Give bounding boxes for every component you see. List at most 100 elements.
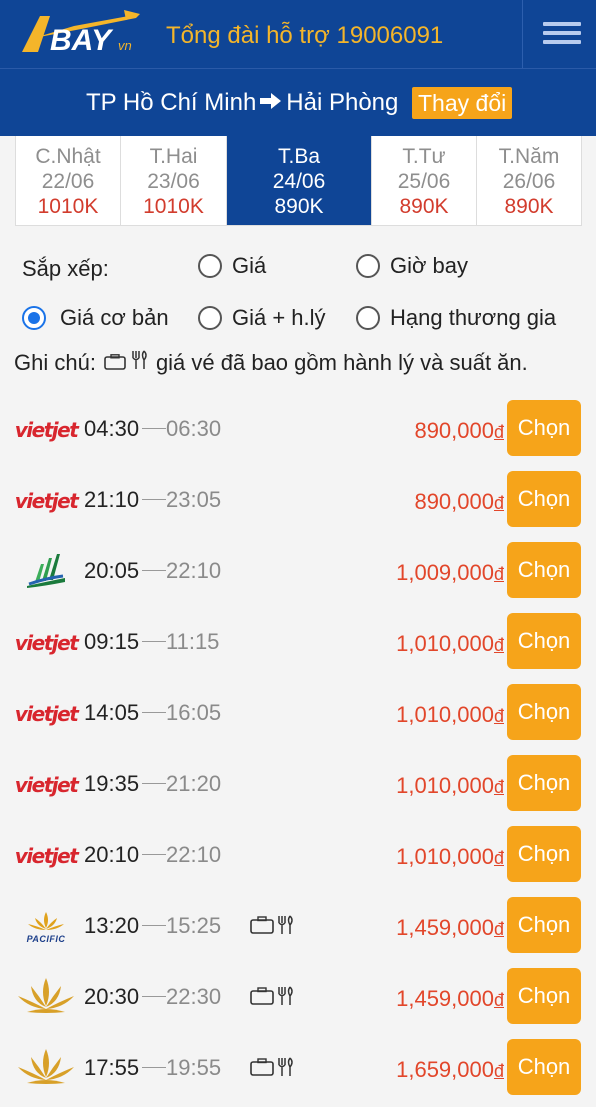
airline-logo: vietjet	[14, 686, 79, 742]
time-separator	[142, 925, 166, 926]
flight-row[interactable]: vietjet 04:30 06:30 890,000đ Chọn	[0, 400, 596, 462]
flight-row[interactable]: 20:30 22:30 1,459,000đ Chọn	[0, 968, 596, 1030]
radio-circle[interactable]	[356, 254, 380, 278]
vietjet-logo: vietjet	[14, 773, 79, 797]
date-tab-date: 26/06	[502, 170, 556, 193]
abay-logo[interactable]: BAY vn	[14, 8, 144, 60]
choose-flight-button[interactable]: Chọn	[507, 968, 581, 1024]
luggage-icon	[102, 350, 128, 376]
flight-price: 1,009,000đ	[396, 560, 504, 585]
luggage-icon	[250, 916, 274, 939]
flight-row[interactable]: vietjet 20:10 22:10 1,010,000đ Chọn	[0, 826, 596, 888]
change-route-button[interactable]: Thay đổi	[412, 87, 513, 119]
depart-time: 20:10	[84, 842, 140, 867]
route-origin: TP Hồ Chí Minh	[86, 89, 257, 116]
arrive-time: 23:05	[166, 487, 222, 512]
depart-time: 17:55	[84, 1055, 140, 1080]
radio-circle-checked[interactable]	[22, 306, 46, 330]
flight-price: 1,010,000đ	[396, 773, 504, 798]
depart-time: 14:05	[84, 700, 140, 725]
filter-option-price-baggage[interactable]: Giá + h.lý	[198, 305, 326, 331]
sort-option-time[interactable]: Giờ bay	[356, 253, 468, 279]
date-tab[interactable]: T.Tư 25/06 890K	[372, 136, 477, 225]
pacific-airlines-logo: PACIFIC	[25, 910, 67, 944]
depart-time: 20:05	[84, 558, 140, 583]
flight-row[interactable]: PACIFIC 13:20 15:25 1,459,000đ Chọn	[0, 897, 596, 959]
arrive-time: 11:15	[166, 629, 220, 654]
menu-button[interactable]	[522, 0, 596, 68]
time-separator	[142, 783, 166, 784]
date-tab-day: C.Nhật	[35, 145, 101, 168]
date-tab-price: 890K	[399, 195, 449, 218]
sort-label: Sắp xếp:	[22, 256, 109, 281]
date-tab-day: T.Hai	[149, 145, 198, 168]
note-text: giá vé đã bao gồm hành lý và suất ăn.	[155, 350, 528, 375]
choose-flight-button[interactable]: Chọn	[507, 826, 581, 882]
arrow-right-icon	[260, 89, 282, 117]
vietjet-logo: vietjet	[14, 844, 79, 868]
date-tabs: C.Nhật 22/06 1010K T.Hai 23/06 1010K T.Ba 24/06…	[15, 136, 582, 226]
flight-row[interactable]: 20:05 22:10 1,009,000đ Chọn	[0, 542, 596, 604]
depart-time: 19:35	[84, 771, 140, 796]
hamburger-icon	[543, 22, 581, 26]
bamboo-airways-logo	[25, 552, 67, 593]
radio-circle[interactable]	[198, 306, 222, 330]
luggage-icon	[250, 987, 274, 1010]
flight-price: 890,000đ	[414, 489, 504, 514]
choose-flight-button[interactable]: Chọn	[507, 471, 581, 527]
choose-flight-button[interactable]: Chọn	[507, 684, 581, 740]
choose-flight-button[interactable]: Chọn	[507, 542, 581, 598]
arrive-time: 15:25	[166, 913, 222, 938]
date-tab-date: 25/06	[397, 170, 451, 193]
date-tab-price: 890K	[274, 195, 324, 218]
arrive-time: 22:30	[166, 984, 222, 1009]
radio-circle[interactable]	[356, 306, 380, 330]
meal-icon	[276, 915, 296, 940]
airline-logo: vietjet	[14, 402, 79, 458]
flight-price: 1,459,000đ	[396, 986, 504, 1011]
choose-flight-button[interactable]: Chọn	[507, 613, 581, 669]
vietjet-logo: vietjet	[14, 631, 79, 655]
sort-option-price[interactable]: Giá	[198, 253, 266, 279]
hotline-text[interactable]: Tổng đài hỗ trợ 19006091	[166, 22, 443, 50]
date-tab-price: 1010K	[143, 195, 204, 218]
date-tab[interactable]: T.Hai 23/06 1010K	[121, 136, 227, 225]
choose-flight-button[interactable]: Chọn	[507, 1039, 581, 1095]
choose-flight-button[interactable]: Chọn	[507, 897, 581, 953]
date-tab[interactable]: T.Năm 26/06 890K	[477, 136, 581, 225]
date-tab-day: T.Tư	[402, 145, 446, 168]
choose-flight-button[interactable]: Chọn	[507, 755, 581, 811]
flight-row[interactable]: vietjet 19:35 21:20 1,010,000đ Chọn	[0, 755, 596, 817]
date-tab[interactable]: C.Nhật 22/06 1010K	[16, 136, 121, 225]
flight-row[interactable]: vietjet 14:05 16:05 1,010,000đ Chọn	[0, 684, 596, 746]
date-tab-date: 24/06	[272, 170, 326, 193]
airline-logo: PACIFIC	[14, 899, 78, 955]
date-tab-price: 890K	[504, 195, 554, 218]
date-tab-date: 22/06	[41, 170, 95, 193]
luggage-icon	[250, 1058, 274, 1081]
date-tab[interactable]: T.Ba 24/06 890K	[227, 136, 372, 225]
depart-time: 13:20	[84, 913, 140, 938]
depart-time: 21:10	[84, 487, 140, 512]
flight-row[interactable]: 17:55 19:55 1,659,000đ Chọn	[0, 1039, 596, 1101]
airline-logo	[14, 1041, 78, 1097]
flight-price: 890,000đ	[414, 418, 504, 443]
arrive-time: 16:05	[166, 700, 222, 725]
route-destination: Hải Phòng	[286, 89, 399, 116]
filter-option-base-price[interactable]: Giá cơ bản	[22, 305, 169, 331]
date-tab-day: T.Năm	[498, 145, 560, 168]
vietjet-logo: vietjet	[14, 489, 79, 513]
time-separator	[142, 641, 166, 642]
flight-row[interactable]: vietjet 21:10 23:05 890,000đ Chọn	[0, 471, 596, 533]
vietjet-logo: vietjet	[14, 702, 79, 726]
time-separator	[142, 570, 166, 571]
radio-circle[interactable]	[198, 254, 222, 278]
arrive-time: 06:30	[166, 416, 222, 441]
flight-price: 1,459,000đ	[396, 915, 504, 940]
vietjet-logo: vietjet	[14, 418, 79, 442]
choose-flight-button[interactable]: Chọn	[507, 400, 581, 456]
flight-row[interactable]: vietjet 09:15 11:15 1,010,000đ Chọn	[0, 613, 596, 675]
time-separator	[142, 499, 166, 500]
airline-logo: vietjet	[14, 615, 79, 671]
filter-option-business[interactable]: Hạng thương gia	[356, 305, 556, 331]
